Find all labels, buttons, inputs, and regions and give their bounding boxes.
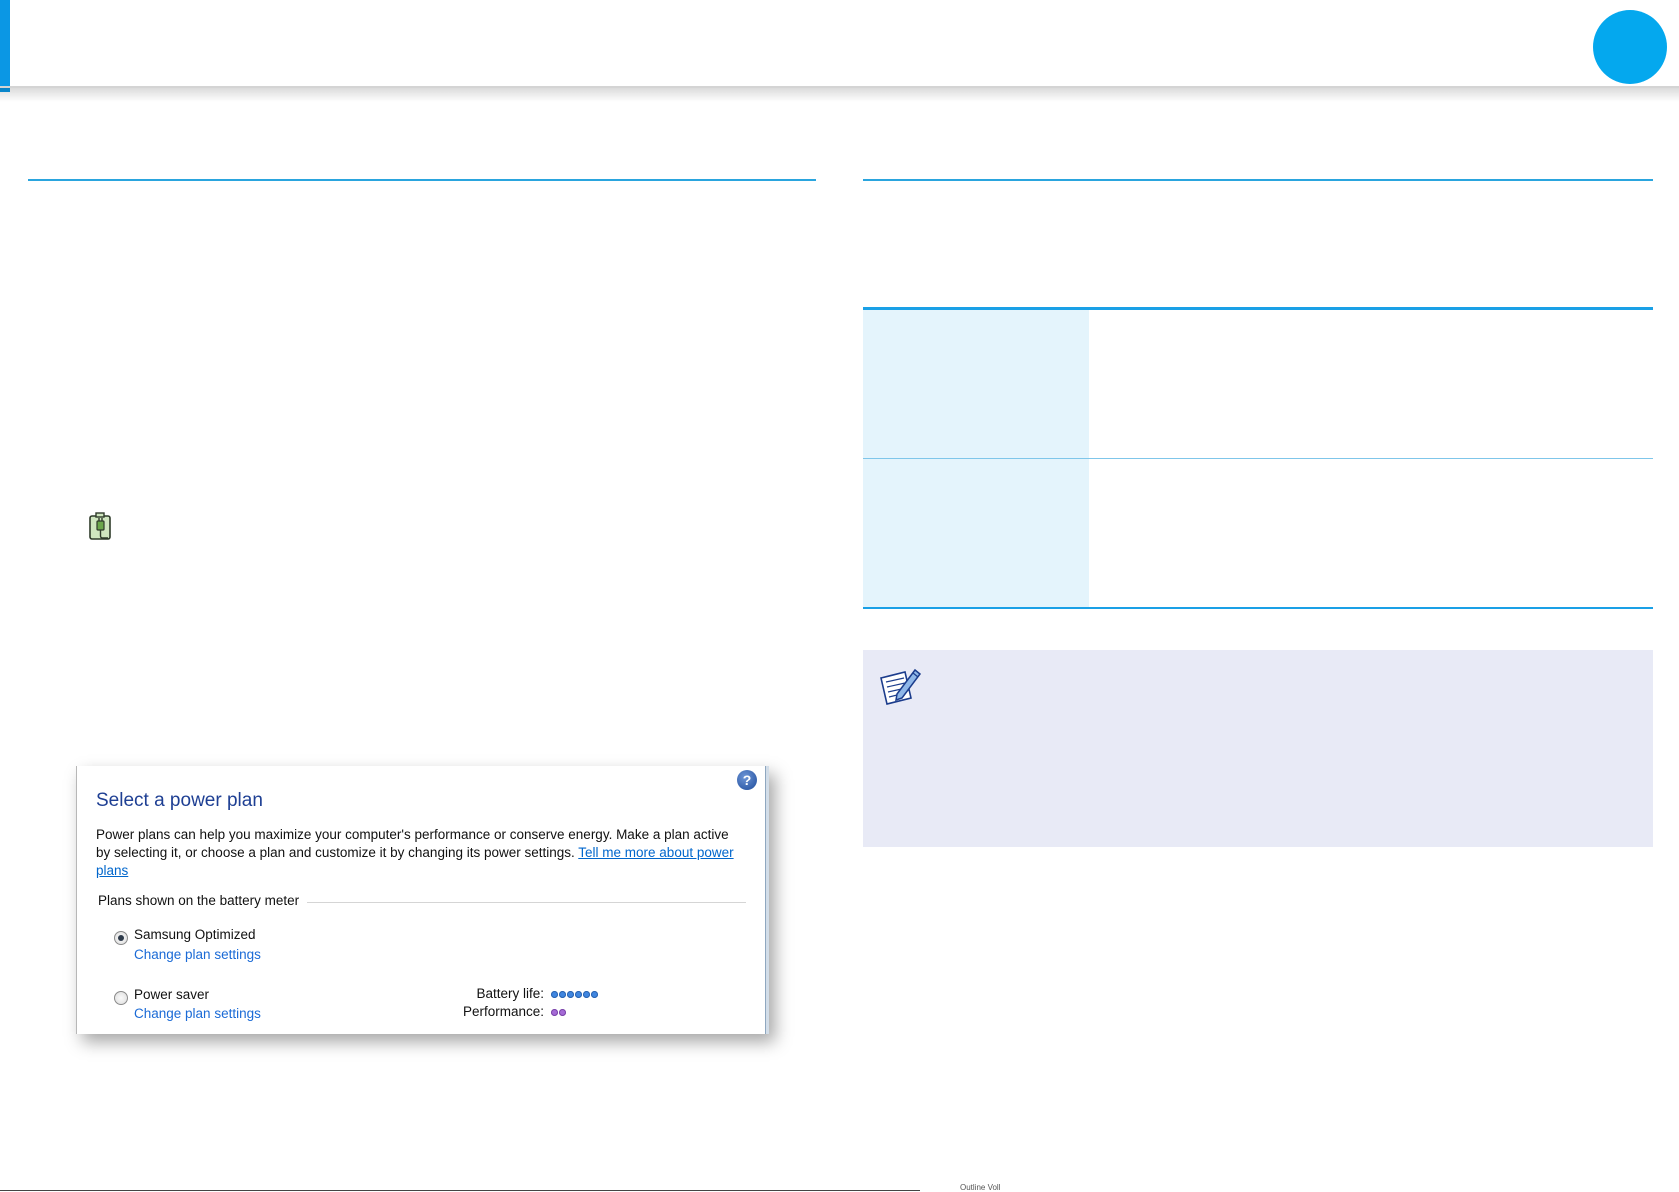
left-column-rule [28,179,816,181]
header-accent-bar [0,0,10,92]
header-divider [0,86,1679,88]
right-column-rule [863,179,1653,181]
note-pencil-icon [880,668,922,705]
performance-dot [551,1009,558,1016]
screenshot-scrollbar[interactable] [765,766,769,1034]
performance-label: Performance: [462,1004,544,1019]
battery-life-dot [575,991,582,998]
performance-meter [551,1009,566,1016]
change-plan-settings-link-1[interactable]: Change plan settings [134,947,261,962]
power-plan-description: Power plans can help you maximize your c… [96,826,746,880]
battery-life-dot [551,991,558,998]
chapter-marker [1593,10,1667,84]
header-shadow [0,86,1679,102]
battery-life-dot [591,991,598,998]
plan-name-samsung-optimized: Samsung Optimized [134,927,256,942]
screenshot-left-edge [76,766,77,1034]
change-plan-settings-link-2[interactable]: Change plan settings [134,1006,261,1021]
table-row-1-label-cell [863,310,1089,458]
table-bottom-rule [863,607,1653,609]
battery-life-dot [567,991,574,998]
help-icon[interactable]: ? [737,770,757,790]
power-plan-screenshot: ? Select a power plan Power plans can he… [76,766,769,1034]
battery-plug-icon [89,512,111,540]
table-row-2-label-cell [863,459,1089,607]
battery-life-dot [583,991,590,998]
samsung-optimized-radio[interactable] [114,931,128,945]
footer-text: Outline Voll [960,1183,1001,1192]
battery-life-meter [551,991,598,998]
battery-life-dot [559,991,566,998]
power-saver-radio[interactable] [114,991,128,1005]
power-plan-title: Select a power plan [96,790,263,811]
footer-rule [0,1190,920,1191]
battery-life-label: Battery life: [476,986,544,1001]
plan-name-power-saver: Power saver [134,987,210,1002]
performance-dot [559,1009,566,1016]
note-box [863,650,1653,847]
plans-group-label: Plans shown on the battery meter [98,893,308,908]
